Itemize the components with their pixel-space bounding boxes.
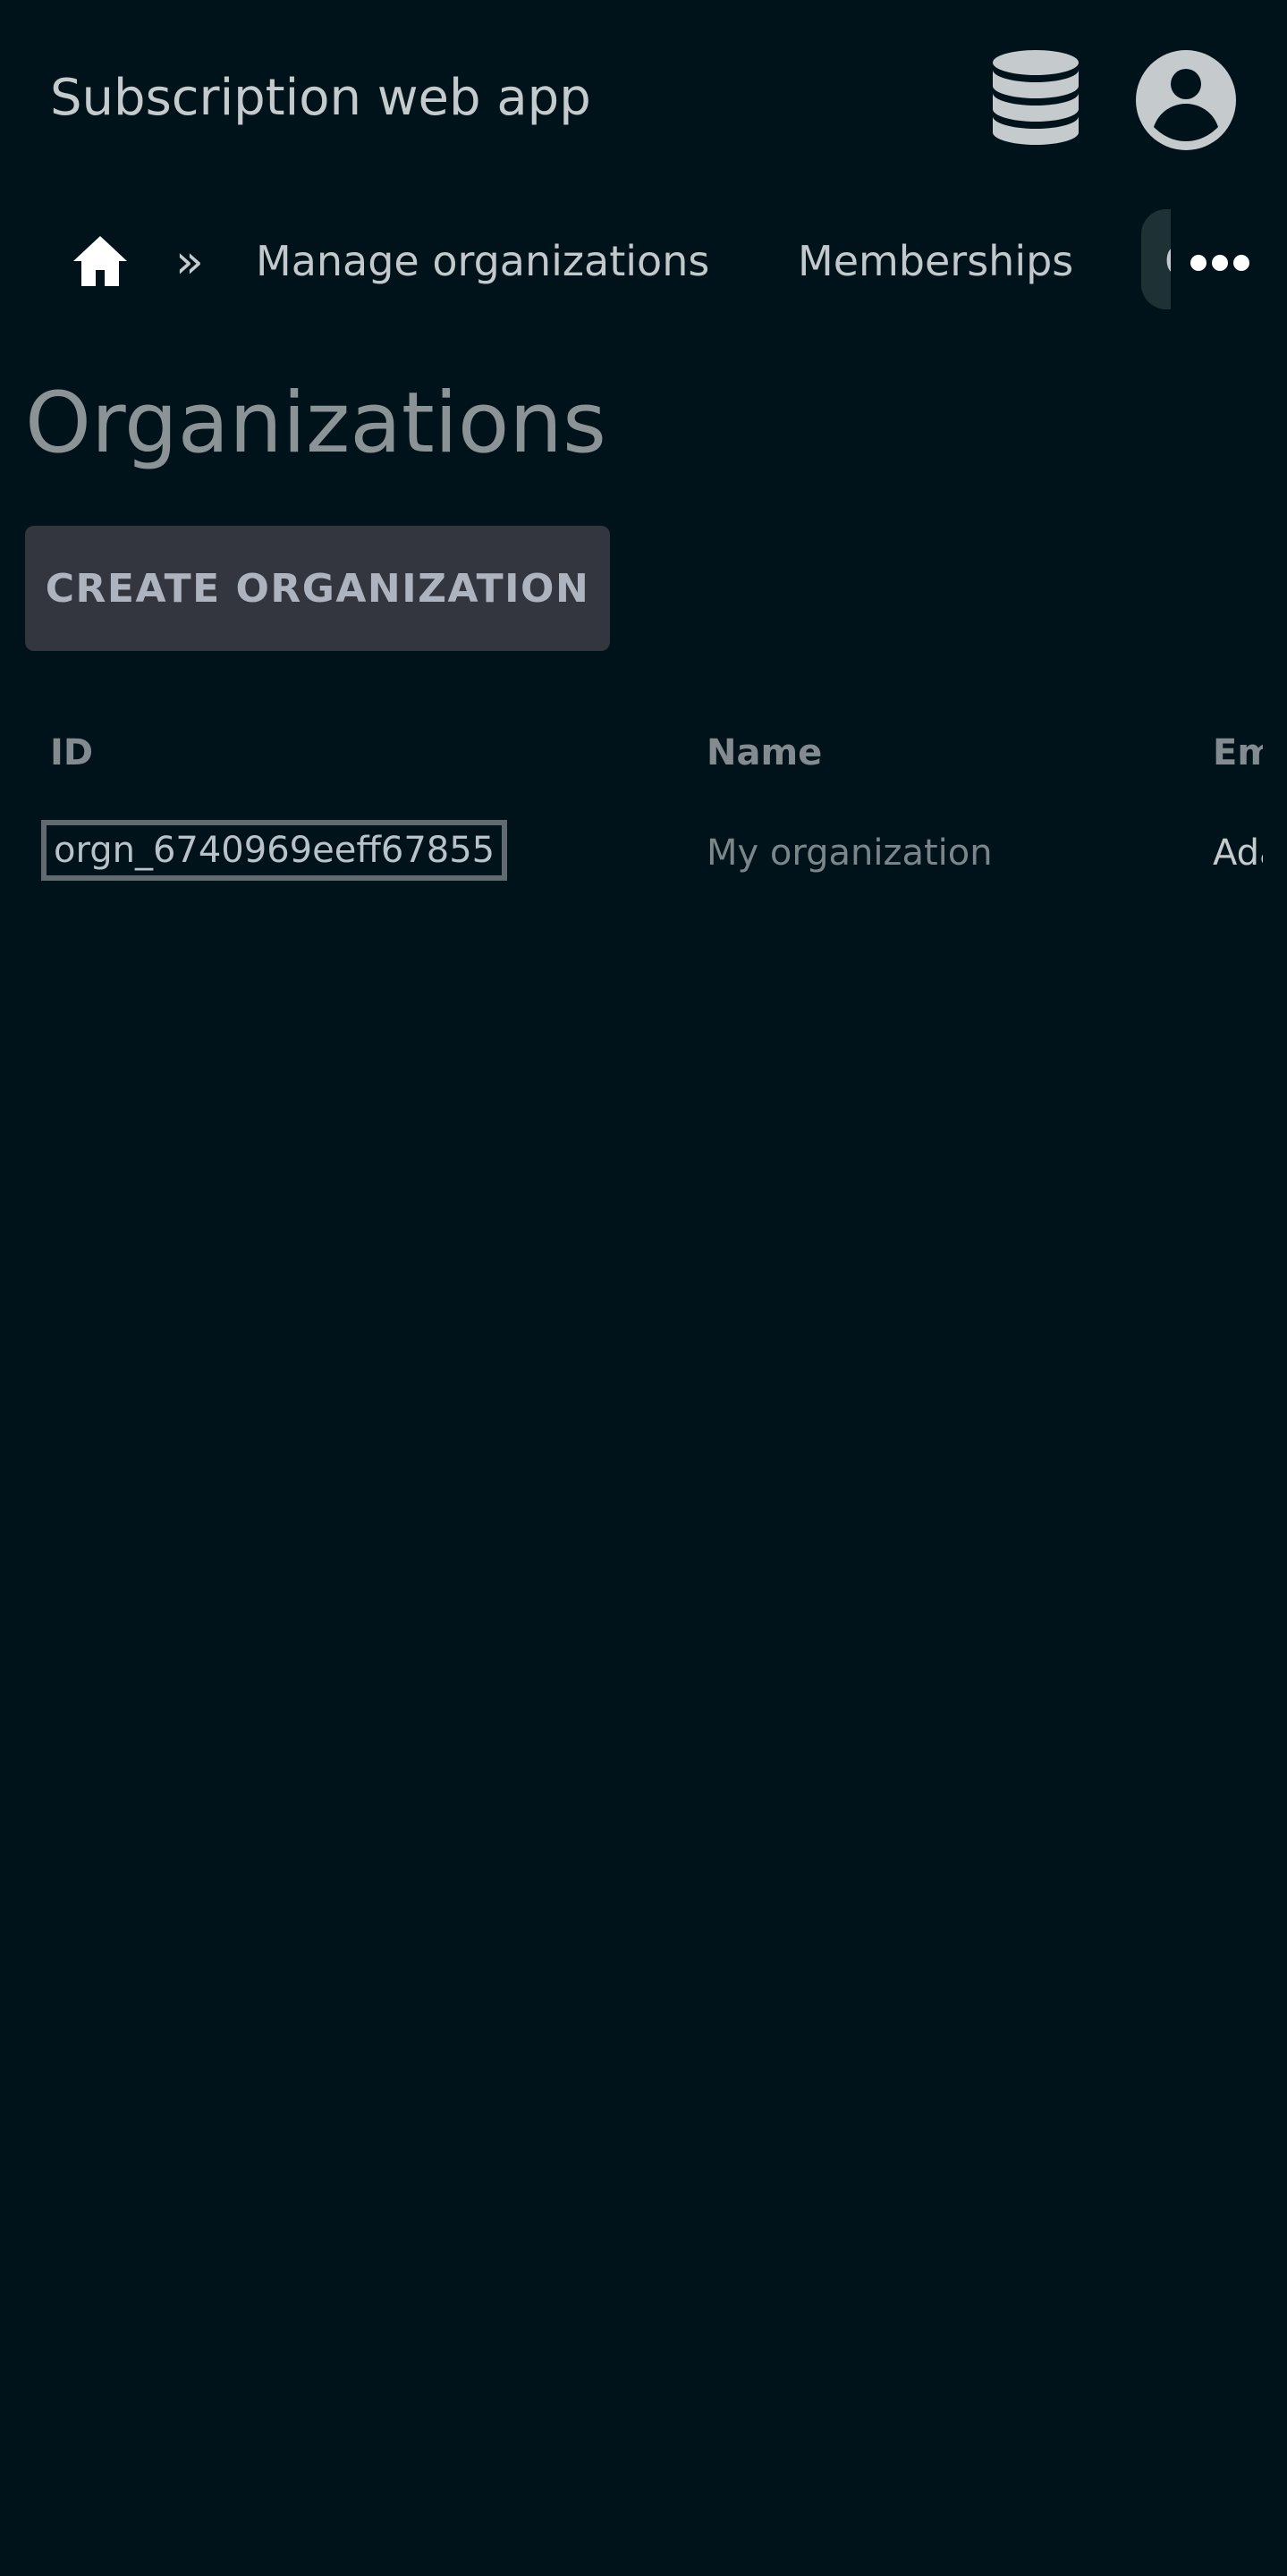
column-header-email[interactable]: Em	[1213, 724, 1263, 781]
nav-link-manage-organizations[interactable]: Manage organizations	[256, 229, 709, 293]
home-icon[interactable]	[72, 234, 129, 288]
more-horizontal-icon[interactable]	[1190, 252, 1250, 274]
breadcrumb-nav: » Manage organizations Memberships C	[0, 197, 1287, 322]
app-title: Subscription web app	[50, 69, 591, 127]
nav-link-active-clipped[interactable]: C	[1141, 209, 1171, 309]
cell-organization-name: My organization	[707, 832, 993, 874]
nav-link-clipped-label: C	[1164, 229, 1171, 293]
database-icon[interactable]	[991, 48, 1080, 152]
column-header-name[interactable]: Name	[707, 724, 822, 781]
cell-organization-email: Ada	[1213, 832, 1263, 874]
app-bar: Subscription web app	[0, 0, 1287, 197]
column-header-id[interactable]: ID	[50, 724, 93, 781]
organizations-table: ID Name Em orgn_6740969eeff67855 My orga…	[0, 706, 1287, 903]
account-circle-icon[interactable]	[1134, 48, 1238, 152]
page-title: Organizations	[25, 375, 606, 472]
nav-link-memberships[interactable]: Memberships	[798, 229, 1073, 293]
breadcrumb-separator: »	[175, 235, 204, 289]
cell-organization-id[interactable]: orgn_6740969eeff67855	[41, 820, 508, 881]
create-organization-button[interactable]: CREATE ORGANIZATION	[25, 526, 610, 651]
